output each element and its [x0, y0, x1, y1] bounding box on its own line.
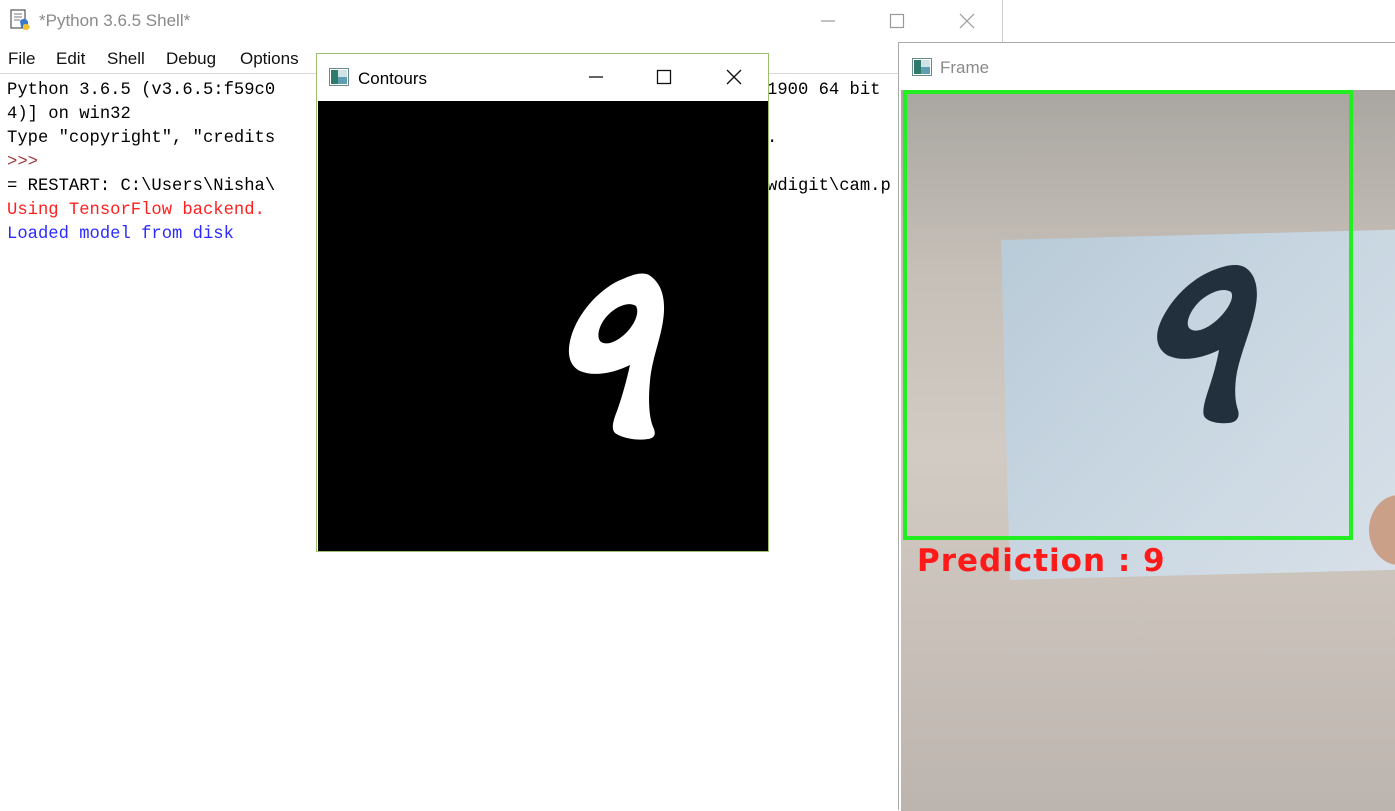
shell-line-tail: wdigit\cam.p	[767, 177, 891, 196]
shell-stdout-line: Loaded model from disk	[7, 225, 234, 244]
maximize-button[interactable]	[862, 0, 932, 42]
shell-stderr-line: Using TensorFlow backend.	[7, 201, 265, 220]
python-idle-icon	[9, 8, 33, 32]
minimize-button[interactable]	[793, 0, 863, 42]
shell-prompt: >>>	[7, 153, 38, 172]
close-icon	[726, 69, 742, 85]
minimize-button[interactable]	[564, 54, 628, 100]
maximize-icon	[656, 69, 672, 85]
shell-line-tail: 1900 64 bit	[767, 81, 881, 100]
shell-line: = RESTART: C:\Users\Nisha\	[7, 177, 276, 196]
menu-options[interactable]: Options	[240, 49, 299, 69]
close-button[interactable]	[702, 54, 766, 100]
shell-line: 4)] on win32	[7, 105, 131, 124]
shell-titlebar[interactable]: *Python 3.6.5 Shell*	[0, 0, 1002, 42]
frame-window: Frame Prediction : 9	[898, 42, 1395, 811]
contours-titlebar[interactable]: Contours	[317, 54, 768, 100]
menu-edit[interactable]: Edit	[56, 49, 85, 69]
shell-output[interactable]: Python 3.6.5 (v3.6.5:f59c0 4)] on win32 …	[7, 79, 275, 247]
prediction-label: Prediction : 9	[917, 543, 1166, 579]
frame-titlebar[interactable]: Frame	[899, 43, 1395, 89]
maximize-button[interactable]	[632, 54, 696, 100]
close-button[interactable]	[932, 0, 1002, 42]
window-edge	[1002, 0, 1003, 42]
webcam-feed: Prediction : 9	[901, 90, 1395, 811]
opencv-window-icon	[329, 68, 349, 91]
maximize-icon	[889, 13, 905, 29]
frame-window-title: Frame	[940, 58, 990, 77]
contours-window: Contours	[316, 53, 769, 552]
opencv-window-icon	[912, 58, 932, 81]
contours-window-title: Contours	[358, 69, 427, 88]
menu-debug[interactable]: Debug	[166, 49, 216, 69]
detection-bounding-box	[903, 90, 1353, 540]
shell-line: Python 3.6.5 (v3.6.5:f59c0	[7, 81, 276, 100]
minimize-icon	[821, 20, 835, 22]
shell-line: Type "copyright", "credits	[7, 129, 276, 148]
shell-window-title: *Python 3.6.5 Shell*	[39, 11, 191, 30]
menu-file[interactable]: File	[8, 49, 35, 69]
menu-shell[interactable]: Shell	[107, 49, 145, 69]
threshold-image	[318, 101, 768, 551]
handwritten-digit-nine	[568, 273, 665, 440]
minimize-icon	[589, 76, 603, 78]
close-icon	[959, 13, 975, 29]
